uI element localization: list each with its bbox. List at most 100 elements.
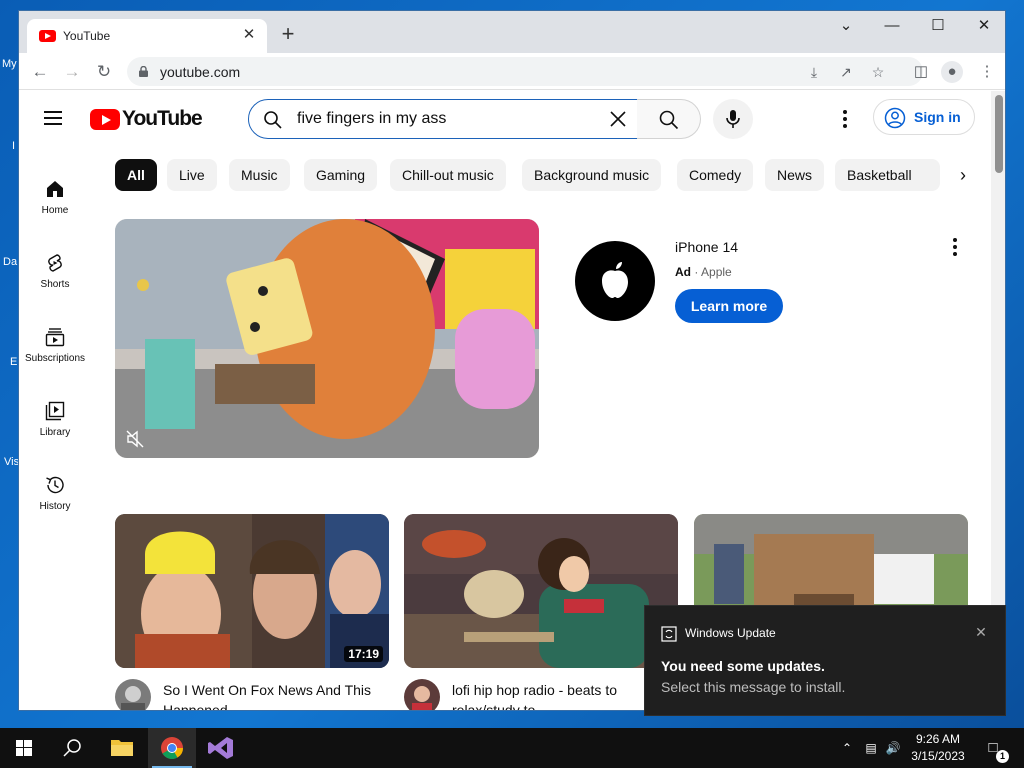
tab-youtube[interactable]: YouTube ✕ — [27, 19, 267, 53]
mute-icon[interactable] — [125, 429, 145, 449]
video-thumbnail[interactable]: 17:19 — [115, 514, 389, 668]
bookmark-star-icon[interactable]: ☆ — [867, 61, 889, 83]
sidebar-item-history[interactable]: History — [19, 455, 91, 525]
chips-next-chevron-icon[interactable]: › — [951, 163, 975, 187]
channel-avatar[interactable] — [404, 679, 440, 710]
ad-options-kebab-icon[interactable] — [943, 235, 967, 259]
chip-background-music[interactable]: Background music — [522, 159, 662, 191]
advertiser-logo[interactable] — [575, 241, 655, 321]
visual-studio-button[interactable] — [197, 728, 245, 768]
learn-more-button[interactable]: Learn more — [675, 289, 783, 323]
visual-studio-icon — [208, 737, 233, 759]
ad-video-player[interactable] — [115, 219, 539, 458]
address-bar[interactable]: youtube.com ⤓ ↗ ☆ — [127, 57, 923, 86]
new-tab-button[interactable]: + — [277, 23, 299, 45]
clock-time[interactable]: 9:26 AM — [904, 732, 972, 746]
ad-badge: Ad — [675, 265, 691, 279]
scrollbar-thumb[interactable] — [995, 95, 1003, 173]
search-box[interactable] — [248, 99, 638, 139]
desktop-icon-label[interactable]: Vis — [4, 456, 19, 468]
video-duration: 17:19 — [344, 646, 383, 662]
tab-title: YouTube — [63, 29, 111, 43]
history-icon — [46, 476, 64, 494]
sidebar-label: Subscriptions — [24, 353, 86, 364]
side-panel-icon[interactable]: ◫ — [909, 59, 933, 85]
chip-news[interactable]: News — [765, 159, 825, 191]
chip-chill-out-music[interactable]: Chill-out music — [390, 159, 506, 191]
chip-basketball[interactable]: Basketball — [835, 159, 940, 191]
desktop-icon-label[interactable]: Da — [3, 256, 17, 268]
desktop-icon-label[interactable]: My — [2, 58, 17, 70]
search-submit-icon — [659, 110, 679, 130]
chip-gaming[interactable]: Gaming — [304, 159, 378, 191]
file-explorer-button[interactable] — [98, 728, 146, 768]
youtube-play-logo-icon — [90, 109, 120, 130]
video-card[interactable]: lofi hip hop radio - beats to relax/stud… — [404, 514, 678, 710]
maximize-button[interactable]: ☐ — [915, 11, 961, 41]
notification-app-name: Windows Update — [685, 626, 776, 640]
account-circle-icon — [884, 107, 906, 129]
ad-title[interactable]: iPhone 14 — [675, 239, 738, 255]
chrome-taskbar-button[interactable] — [148, 728, 196, 768]
desktop-icon-label[interactable]: I — [12, 140, 15, 152]
ad-advertiser: Apple — [701, 265, 732, 279]
video-card[interactable]: 17:19 So I Went On Fox News And This Hap… — [115, 514, 389, 710]
tab-search-icon[interactable]: ⌄ — [823, 11, 869, 41]
browser-toolbar: ← → ↻ youtube.com ⤓ ↗ ☆ ◫ ● ⋮ — [19, 53, 1005, 90]
filter-chips: All Live Music Gaming Chill-out music Ba… — [115, 159, 975, 193]
notification-close-icon[interactable]: ✕ — [971, 622, 991, 642]
sidebar-item-home[interactable]: Home — [19, 159, 91, 229]
clock-date[interactable]: 3/15/2023 — [904, 749, 972, 763]
video-thumbnail[interactable] — [404, 514, 678, 668]
forward-icon[interactable]: → — [59, 59, 85, 85]
desktop-icon-label[interactable]: E — [10, 356, 17, 368]
search-button[interactable] — [637, 99, 701, 139]
sidebar-item-library[interactable]: Library — [19, 381, 91, 451]
search-icon — [63, 739, 81, 757]
ad-video-frame — [115, 219, 539, 458]
sign-in-label: Sign in — [914, 109, 961, 125]
video-title[interactable]: lofi hip hop radio - beats to relax/stud… — [452, 680, 672, 710]
profile-avatar-icon[interactable]: ● — [941, 61, 963, 83]
chip-live[interactable]: Live — [167, 159, 217, 191]
chip-music[interactable]: Music — [229, 159, 290, 191]
search-input[interactable] — [297, 108, 597, 130]
sidebar-item-shorts[interactable]: Shorts — [19, 233, 91, 303]
youtube-favicon-icon — [39, 30, 56, 42]
notification-title: You need some updates. — [661, 658, 825, 674]
chip-comedy[interactable]: Comedy — [677, 159, 754, 191]
voice-search-button[interactable] — [713, 99, 753, 139]
search-taskbar-button[interactable] — [48, 728, 96, 768]
microphone-icon — [726, 110, 740, 128]
start-button[interactable] — [0, 728, 48, 768]
sidebar-item-subscriptions[interactable]: Subscriptions — [19, 307, 91, 377]
channel-avatar[interactable] — [115, 679, 151, 710]
volume-icon[interactable]: 🔊 — [884, 739, 902, 757]
sign-in-button[interactable]: Sign in — [873, 99, 975, 135]
apple-logo-icon — [602, 262, 628, 298]
chrome-icon — [161, 737, 183, 759]
network-icon[interactable]: ▤ — [862, 739, 880, 757]
sidebar-label: History — [39, 501, 71, 512]
share-icon[interactable]: ↗ — [835, 61, 857, 83]
windows-update-notification[interactable]: Windows Update ✕ You need some updates. … — [644, 605, 1006, 716]
back-icon[interactable]: ← — [27, 59, 53, 85]
url-text: youtube.com — [160, 64, 241, 80]
close-window-button[interactable]: ✕ — [961, 11, 1005, 41]
reload-icon[interactable]: ↻ — [91, 59, 117, 85]
library-icon — [45, 401, 65, 421]
search-icon — [264, 111, 282, 129]
clear-search-icon[interactable] — [607, 108, 629, 130]
notification-body: Select this message to install. — [661, 679, 846, 695]
tab-close-icon[interactable]: ✕ — [239, 25, 259, 45]
settings-kebab-icon[interactable] — [833, 107, 857, 131]
taskbar: ⌃ ▤ 🔊 9:26 AM 3/15/2023 □ 1 — [0, 728, 1024, 768]
minimize-button[interactable]: — — [869, 11, 915, 41]
install-app-icon[interactable]: ⤓ — [803, 61, 825, 83]
windows-update-icon — [661, 626, 677, 642]
chip-all[interactable]: All — [115, 159, 157, 191]
show-hidden-icons-chevron-icon[interactable]: ⌃ — [838, 739, 856, 757]
chrome-menu-icon[interactable]: ⋮ — [975, 59, 999, 85]
video-title[interactable]: So I Went On Fox News And This Happened — [163, 680, 383, 710]
hamburger-menu-icon[interactable] — [41, 107, 65, 131]
